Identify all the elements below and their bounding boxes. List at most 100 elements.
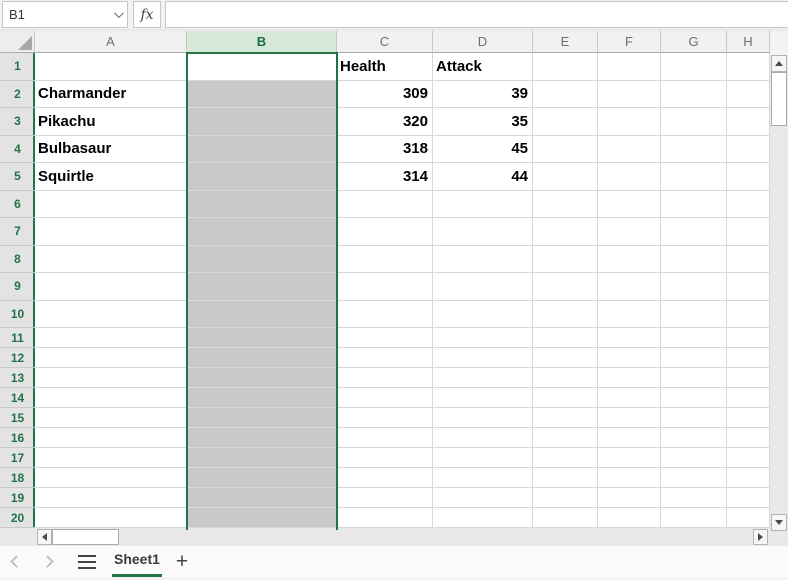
cell-F18[interactable] [598, 468, 661, 488]
cell-C7[interactable] [337, 218, 433, 246]
cell-B10[interactable] [187, 301, 337, 329]
cell-C2[interactable]: 309 [337, 81, 433, 109]
column-header-C[interactable]: C [337, 31, 433, 53]
cell-G19[interactable] [661, 488, 727, 508]
row-header-17[interactable]: 17 [0, 448, 35, 468]
cell-B14[interactable] [187, 388, 337, 408]
cell-C1[interactable]: Health [337, 53, 433, 81]
cell-F15[interactable] [598, 408, 661, 428]
cell-G8[interactable] [661, 246, 727, 274]
cell-F5[interactable] [598, 163, 661, 191]
cell-D7[interactable] [433, 218, 533, 246]
cell-D2[interactable]: 39 [433, 81, 533, 109]
cell-F1[interactable] [598, 53, 661, 81]
cell-H18[interactable] [727, 468, 770, 488]
cell-H19[interactable] [727, 488, 770, 508]
cell-A1[interactable] [35, 53, 187, 81]
tab-prev-icon[interactable] [10, 555, 23, 568]
cell-B7[interactable] [187, 218, 337, 246]
cell-A8[interactable] [35, 246, 187, 274]
row-header-11[interactable]: 11 [0, 328, 35, 348]
cell-C8[interactable] [337, 246, 433, 274]
cell-E16[interactable] [533, 428, 598, 448]
name-box[interactable]: B1 [2, 1, 128, 28]
cell-H14[interactable] [727, 388, 770, 408]
cell-D14[interactable] [433, 388, 533, 408]
cell-A2[interactable]: Charmander [35, 81, 187, 109]
cell-D10[interactable] [433, 301, 533, 329]
cell-F12[interactable] [598, 348, 661, 368]
cell-C17[interactable] [337, 448, 433, 468]
cell-F6[interactable] [598, 191, 661, 219]
column-header-D[interactable]: D [433, 31, 533, 53]
cell-B17[interactable] [187, 448, 337, 468]
cell-G3[interactable] [661, 108, 727, 136]
cell-H7[interactable] [727, 218, 770, 246]
add-sheet-icon[interactable]: + [176, 551, 188, 572]
cell-A15[interactable] [35, 408, 187, 428]
cell-D17[interactable] [433, 448, 533, 468]
cell-D6[interactable] [433, 191, 533, 219]
cell-B9[interactable] [187, 273, 337, 301]
cell-C9[interactable] [337, 273, 433, 301]
cell-A17[interactable] [35, 448, 187, 468]
cell-D8[interactable] [433, 246, 533, 274]
cell-F14[interactable] [598, 388, 661, 408]
cell-H3[interactable] [727, 108, 770, 136]
cell-A6[interactable] [35, 191, 187, 219]
cell-E2[interactable] [533, 81, 598, 109]
sheet-menu-icon[interactable] [78, 555, 96, 569]
cell-G5[interactable] [661, 163, 727, 191]
row-header-8[interactable]: 8 [0, 246, 35, 274]
cell-C19[interactable] [337, 488, 433, 508]
cell-E6[interactable] [533, 191, 598, 219]
cell-E10[interactable] [533, 301, 598, 329]
cell-G2[interactable] [661, 81, 727, 109]
cell-B5[interactable] [187, 163, 337, 191]
cell-A10[interactable] [35, 301, 187, 329]
cell-H6[interactable] [727, 191, 770, 219]
row-header-4[interactable]: 4 [0, 136, 35, 164]
cell-E1[interactable] [533, 53, 598, 81]
cell-F16[interactable] [598, 428, 661, 448]
cell-B13[interactable] [187, 368, 337, 388]
cell-B20[interactable] [187, 508, 337, 528]
sheet-tab-sheet1[interactable]: Sheet1 [112, 546, 162, 577]
cell-A5[interactable]: Squirtle [35, 163, 187, 191]
horizontal-scroll-thumb[interactable] [52, 529, 119, 545]
cell-G16[interactable] [661, 428, 727, 448]
name-box-chevron-icon[interactable] [114, 8, 124, 18]
column-header-G[interactable]: G [661, 31, 727, 53]
cell-A4[interactable]: Bulbasaur [35, 136, 187, 164]
cell-D20[interactable] [433, 508, 533, 528]
cell-C20[interactable] [337, 508, 433, 528]
cell-B12[interactable] [187, 348, 337, 368]
select-all-corner[interactable] [0, 31, 35, 53]
cell-G11[interactable] [661, 328, 727, 348]
row-header-10[interactable]: 10 [0, 301, 35, 329]
cell-E14[interactable] [533, 388, 598, 408]
cell-H10[interactable] [727, 301, 770, 329]
tab-next-icon[interactable] [41, 555, 54, 568]
cell-C5[interactable]: 314 [337, 163, 433, 191]
cell-D12[interactable] [433, 348, 533, 368]
cell-D3[interactable]: 35 [433, 108, 533, 136]
cell-D11[interactable] [433, 328, 533, 348]
cell-F17[interactable] [598, 448, 661, 468]
cell-F10[interactable] [598, 301, 661, 329]
cell-H17[interactable] [727, 448, 770, 468]
cell-D15[interactable] [433, 408, 533, 428]
row-header-3[interactable]: 3 [0, 108, 35, 136]
cell-D1[interactable]: Attack [433, 53, 533, 81]
cell-D13[interactable] [433, 368, 533, 388]
cell-F2[interactable] [598, 81, 661, 109]
cell-C16[interactable] [337, 428, 433, 448]
cell-D5[interactable]: 44 [433, 163, 533, 191]
cell-A19[interactable] [35, 488, 187, 508]
column-header-F[interactable]: F [598, 31, 661, 53]
cell-B18[interactable] [187, 468, 337, 488]
cell-F20[interactable] [598, 508, 661, 528]
cell-E7[interactable] [533, 218, 598, 246]
row-header-12[interactable]: 12 [0, 348, 35, 368]
cell-A16[interactable] [35, 428, 187, 448]
